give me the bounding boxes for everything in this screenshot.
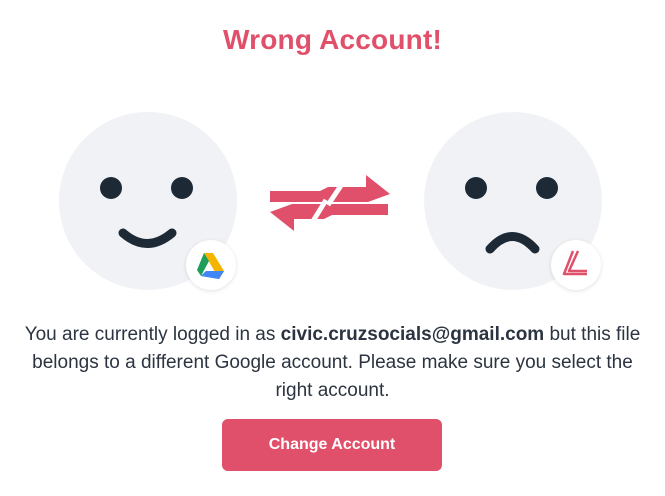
change-account-button[interactable]: Change Account [222,419,442,471]
app-logo-icon [551,240,601,290]
page-title: Wrong Account! [223,24,442,55]
swap-arrows-icon [266,170,392,234]
google-drive-icon [186,240,236,290]
message-prefix: You are currently logged in as [24,324,281,345]
wrong-account-page: Wrong Account! You are currently logged … [0,0,665,496]
logged-in-email: civic.cruzsocials@gmail.com [280,324,545,345]
wrong-account-message: You are currently logged in as civic.cru… [20,321,645,405]
